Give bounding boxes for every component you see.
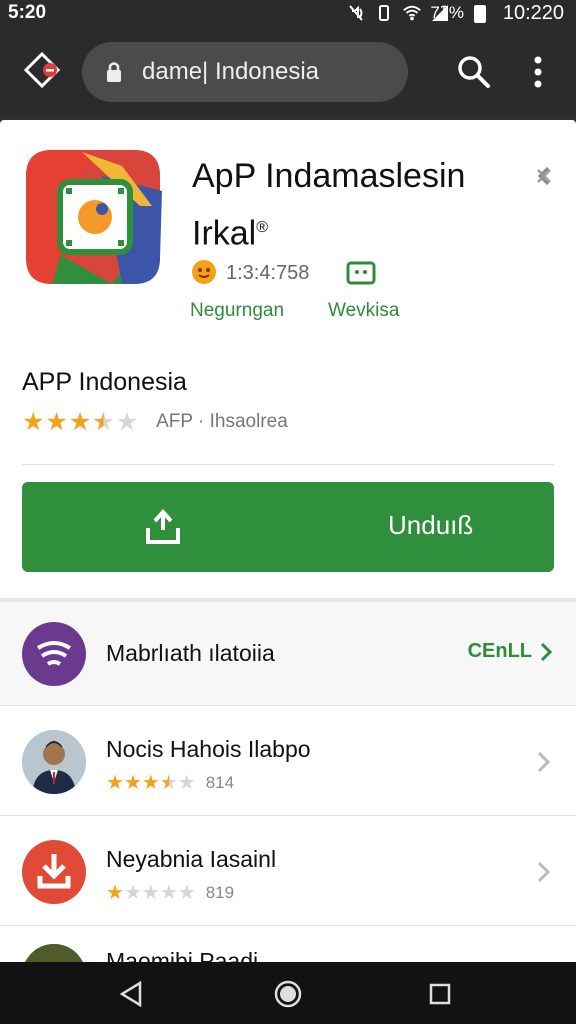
close-icon[interactable] <box>530 162 558 190</box>
home-icon[interactable] <box>22 50 62 90</box>
meta-label-reviews[interactable]: Wevkisa <box>328 300 399 322</box>
list-item[interactable]: Maomibi Paadi <box>0 926 576 966</box>
list-item-title: Neyabnia Iasainl <box>106 846 277 872</box>
star-empty-icon: ★ <box>115 408 139 436</box>
related-apps-list: Mabrlıath ılatoiia CEnLL Nocis Hahois Il… <box>0 598 576 966</box>
recents-icon[interactable] <box>428 982 452 1006</box>
status-clock: 10:220 <box>502 2 564 24</box>
app-rating-row: ★ ★ ★ ★ ★ AFP · Ihsaolrea <box>22 408 288 436</box>
app-card: ApP Indamaslesin Irkal® 1:3:4:758 Negurn… <box>0 120 576 598</box>
back-icon[interactable] <box>118 980 144 1008</box>
section-title: Mabrlıath ılatoiia <box>106 640 275 666</box>
search-icon[interactable] <box>454 52 494 92</box>
rating-badge-icon <box>190 258 218 286</box>
install-button-label: Unduıß <box>388 510 474 540</box>
registered-mark: ® <box>256 219 269 236</box>
see-more-link[interactable]: CEnLL <box>468 640 552 663</box>
app-title-text: ApP Indamaslesin Irkal <box>192 157 466 253</box>
url-text: dame| Indonesia <box>142 58 320 85</box>
system-nav-bar <box>0 962 576 1024</box>
list-item-title: Nocis Hahois Ilabpo <box>106 736 311 762</box>
wifi-icon <box>402 3 422 23</box>
section-avatar-icon <box>22 622 86 686</box>
install-button[interactable]: Unduıß <box>22 482 554 572</box>
battery-percent: 7‽% <box>430 3 464 22</box>
star-empty-icon: ★ <box>177 772 196 794</box>
star-empty-icon: ★ <box>159 882 178 904</box>
star-empty-icon: ★ <box>141 882 160 904</box>
developer-text: AFP · Ihsaolrea <box>156 411 288 432</box>
star-empty-icon: ★ <box>123 882 142 904</box>
app-logo-icon <box>22 146 164 288</box>
url-field[interactable]: dame| Indonesia <box>82 42 408 102</box>
star-icon: ★ <box>106 772 124 794</box>
star-icon: ★ <box>22 408 45 436</box>
chevron-right-icon <box>540 642 552 661</box>
battery-icon <box>474 5 486 23</box>
list-item-price: 814 <box>205 773 235 792</box>
divider <box>22 464 554 465</box>
list-section-header[interactable]: Mabrlıath ılatoiia CEnLL <box>0 602 576 706</box>
download-count: 1:3:4:758 <box>226 262 310 284</box>
list-item-meta: ★ ★ ★ ★ ★ 814 <box>106 772 234 794</box>
download-icon <box>144 508 182 546</box>
star-empty-icon: ★ <box>177 882 196 904</box>
home-circle-icon[interactable] <box>274 980 302 1008</box>
star-icon: ★ <box>45 408 68 436</box>
star-icon: ★ <box>141 772 160 794</box>
lock-icon <box>104 60 124 84</box>
list-item-meta: ★ ★ ★ ★ ★ 819 <box>106 882 234 904</box>
list-item[interactable]: Nocis Hahois Ilabpo ★ ★ ★ ★ ★ 814 <box>0 706 576 816</box>
rating-stars: ★ ★ ★ ★ ★ <box>22 408 138 436</box>
app-avatar-icon <box>22 730 86 794</box>
app-name: APP Indonesia <box>22 368 187 396</box>
app-title: ApP Indamaslesin Irkal® <box>192 150 532 259</box>
more-vert-icon[interactable] <box>526 54 550 90</box>
status-time-left: 5:20 <box>8 2 47 23</box>
browser-toolbar: dame| Indonesia <box>0 30 576 116</box>
mute-icon <box>346 3 366 23</box>
star-icon: ★ <box>123 772 142 794</box>
list-item-price: 819 <box>205 883 235 902</box>
star-icon: ★ <box>68 408 92 436</box>
download-app-avatar-icon <box>22 840 86 904</box>
vibrate-icon <box>374 3 394 23</box>
star-icon: ★ <box>106 882 124 904</box>
see-more-label: CEnLL <box>467 640 532 662</box>
star-half-icon: ★ <box>159 772 178 794</box>
chat-icon <box>346 260 376 288</box>
status-bar: 5:20 7‽% 10:220 <box>0 0 576 30</box>
star-half-icon: ★ <box>92 408 115 436</box>
meta-label-ratings[interactable]: Negurngan <box>190 300 284 322</box>
chevron-right-icon <box>537 861 551 883</box>
chevron-right-icon <box>537 751 551 773</box>
list-item[interactable]: Neyabnia Iasainl ★ ★ ★ ★ ★ 819 <box>0 816 576 926</box>
